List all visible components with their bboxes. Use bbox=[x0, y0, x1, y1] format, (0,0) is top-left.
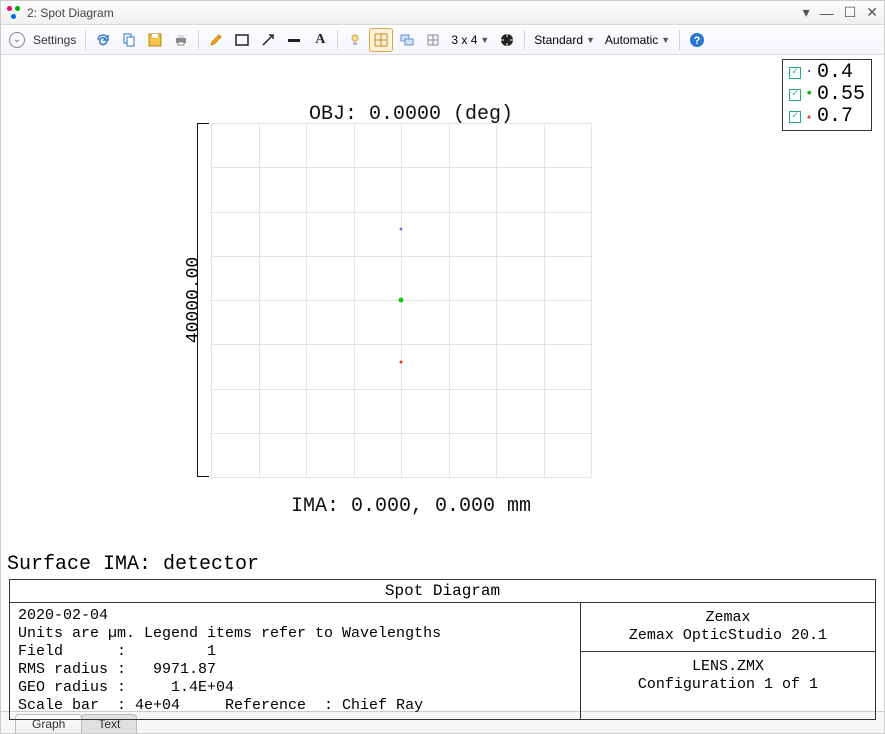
pencil-icon bbox=[208, 32, 224, 48]
legend-marker: ▴ bbox=[805, 112, 813, 123]
spot-point-0p55 bbox=[399, 298, 404, 303]
info-panel: Spot Diagram 2020-02-04 Units are µm. Le… bbox=[9, 579, 876, 720]
lamp-button[interactable] bbox=[343, 28, 367, 52]
target-button[interactable] bbox=[495, 28, 519, 52]
plot-content: ✓ · 0.4 ✓ • 0.55 ✓ ▴ 0.7 OBJ: 0.0000 (de… bbox=[1, 55, 884, 711]
window-list-button[interactable] bbox=[395, 28, 419, 52]
info-config-cell: LENS.ZMX Configuration 1 of 1 bbox=[581, 651, 875, 700]
lamp-icon bbox=[347, 32, 363, 48]
grid-button[interactable] bbox=[421, 28, 445, 52]
legend-label: 0.7 bbox=[817, 106, 853, 128]
target-icon bbox=[499, 32, 515, 48]
legend-label: 0.4 bbox=[817, 62, 853, 84]
view-mode-label: Standard bbox=[534, 33, 583, 47]
refresh-button[interactable] bbox=[91, 28, 115, 52]
close-icon[interactable]: ✕ bbox=[866, 4, 878, 21]
info-header: Spot Diagram bbox=[10, 580, 875, 603]
grid-size-label: 3 x 4 bbox=[451, 33, 477, 47]
line-weight-button[interactable] bbox=[282, 28, 306, 52]
checkbox-icon[interactable]: ✓ bbox=[789, 89, 801, 101]
options-icon[interactable]: ▾ bbox=[803, 4, 810, 21]
rectangle-icon bbox=[234, 32, 250, 48]
spot-plot[interactable]: 40000.00 bbox=[211, 123, 591, 477]
layout-button[interactable] bbox=[369, 28, 393, 52]
window-titlebar: 2: Spot Diagram ▾ ― ☐ ✕ bbox=[1, 1, 884, 25]
toolbar: ⌄ Settings A 3 x 4 ▼ Standard ▼ Automati… bbox=[1, 25, 884, 55]
legend-marker: • bbox=[805, 87, 813, 102]
chevron-down-icon: ▼ bbox=[480, 35, 489, 45]
chevron-down-icon: ▼ bbox=[661, 35, 670, 45]
copy-icon bbox=[121, 32, 137, 48]
legend-row[interactable]: ✓ · 0.4 bbox=[789, 62, 865, 84]
save-icon bbox=[147, 32, 163, 48]
info-left-cell: 2020-02-04 Units are µm. Legend items re… bbox=[10, 603, 581, 719]
checkbox-icon[interactable]: ✓ bbox=[789, 67, 801, 79]
window-title: 2: Spot Diagram bbox=[27, 6, 803, 20]
legend-row[interactable]: ✓ ▴ 0.7 bbox=[789, 106, 865, 128]
surface-title: Surface IMA: detector bbox=[7, 553, 259, 576]
scale-bar-label: 40000.00 bbox=[184, 257, 204, 343]
print-button[interactable] bbox=[169, 28, 193, 52]
save-button[interactable] bbox=[143, 28, 167, 52]
arrow-icon bbox=[260, 32, 276, 48]
help-icon: ? bbox=[689, 32, 705, 48]
window-controls: ▾ ― ☐ ✕ bbox=[803, 4, 878, 21]
app-icon bbox=[7, 6, 21, 20]
scale-mode-dropdown[interactable]: Automatic ▼ bbox=[601, 28, 674, 52]
help-button[interactable]: ? bbox=[685, 28, 709, 52]
expand-settings-button[interactable]: ⌄ bbox=[5, 28, 29, 52]
print-icon bbox=[173, 32, 189, 48]
wavelength-legend: ✓ · 0.4 ✓ • 0.55 ✓ ▴ 0.7 bbox=[782, 59, 872, 131]
legend-marker: · bbox=[805, 65, 813, 80]
rectangle-button[interactable] bbox=[230, 28, 254, 52]
text-icon: A bbox=[312, 32, 328, 48]
copy-button[interactable] bbox=[117, 28, 141, 52]
checkbox-icon[interactable]: ✓ bbox=[789, 111, 801, 123]
layout-icon bbox=[373, 32, 389, 48]
spot-point-0p4 bbox=[400, 228, 403, 231]
scale-mode-label: Automatic bbox=[605, 33, 658, 47]
legend-label: 0.55 bbox=[817, 84, 865, 106]
settings-label[interactable]: Settings bbox=[33, 33, 76, 47]
minimize-icon[interactable]: ― bbox=[820, 5, 834, 21]
line-weight-icon bbox=[286, 32, 302, 48]
legend-row[interactable]: ✓ • 0.55 bbox=[789, 84, 865, 106]
text-button[interactable]: A bbox=[308, 28, 332, 52]
view-mode-dropdown[interactable]: Standard ▼ bbox=[530, 28, 599, 52]
maximize-icon[interactable]: ☐ bbox=[844, 4, 857, 21]
chevron-down-icon: ▼ bbox=[586, 35, 595, 45]
spot-point-0p7 bbox=[400, 360, 403, 363]
refresh-icon bbox=[95, 32, 111, 48]
pencil-button[interactable] bbox=[204, 28, 228, 52]
info-vendor-cell: Zemax Zemax OpticStudio 20.1 bbox=[581, 603, 875, 651]
grid-size-dropdown[interactable]: 3 x 4 ▼ bbox=[447, 28, 493, 52]
window-list-icon bbox=[399, 32, 415, 48]
grid-icon bbox=[425, 32, 441, 48]
plot-ima-subtitle: IMA: 0.000, 0.000 mm bbox=[221, 495, 601, 518]
svg-text:?: ? bbox=[694, 35, 701, 47]
arrow-button[interactable] bbox=[256, 28, 280, 52]
